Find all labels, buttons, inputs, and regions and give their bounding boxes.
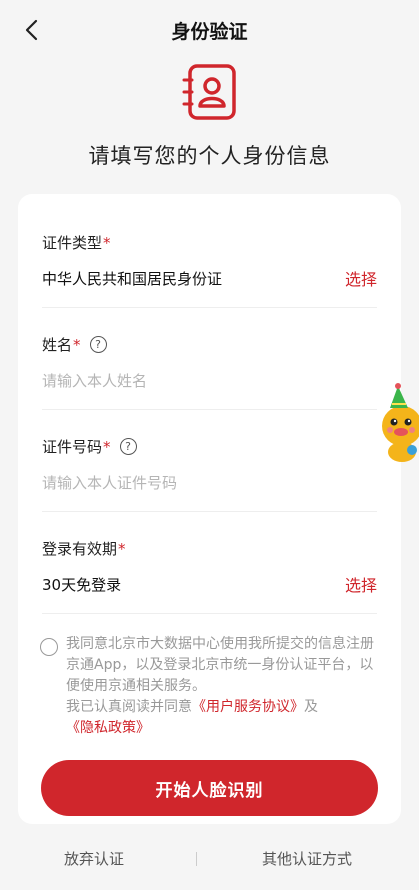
required-mark: * xyxy=(118,539,126,558)
id-card-icon xyxy=(180,62,240,122)
footer: 放弃认证 其他认证方式 xyxy=(0,840,419,880)
help-icon[interactable]: ? xyxy=(119,438,137,455)
name-input[interactable]: 请输入本人姓名 xyxy=(42,370,147,391)
hero-text: 请填写您的个人身份信息 xyxy=(88,144,331,168)
id-number-label-text: 证件号码 xyxy=(42,438,103,456)
divider xyxy=(42,511,377,512)
id-number-label: 证件号码 * ? xyxy=(42,436,377,457)
terms-link[interactable]: 《用户服务协议》 xyxy=(192,699,304,715)
name-label-text: 姓名 xyxy=(42,336,73,354)
agreement-text: 我同意北京市大数据中心使用我所提交的信息注册京通App，以及登录北京市统一身份认… xyxy=(66,634,380,739)
help-icon[interactable]: ? xyxy=(89,336,107,353)
agreement-and: 及 xyxy=(304,699,318,715)
privacy-link[interactable]: 《隐私政策》 xyxy=(66,720,150,736)
login-validity-select-button[interactable]: 选择 xyxy=(345,572,377,596)
id-type-value: 中华人民共和国居民身份证 xyxy=(42,270,223,288)
required-mark: * xyxy=(103,233,111,252)
name-field: 姓名 * ? 请输入本人姓名 xyxy=(42,334,377,410)
divider xyxy=(42,613,377,614)
id-number-input[interactable]: 请输入本人证件号码 xyxy=(42,472,177,493)
page: 身份验证 请填写您的个人身份信息 证件类型 * 中华人民共和国居民身份证 选择 姓… xyxy=(0,0,419,890)
login-validity-value: 30天免登录 xyxy=(42,576,122,594)
mascot-image[interactable] xyxy=(372,380,419,464)
agree-radio[interactable] xyxy=(40,638,58,656)
required-mark: * xyxy=(73,335,81,354)
divider xyxy=(42,307,377,308)
divider xyxy=(42,409,377,410)
abandon-button[interactable]: 放弃认证 xyxy=(64,848,124,869)
page-title: 身份验证 xyxy=(171,21,248,43)
required-mark: * xyxy=(103,437,111,456)
header: 身份验证 xyxy=(0,0,419,60)
id-type-field: 证件类型 * 中华人民共和国居民身份证 选择 xyxy=(42,232,377,308)
start-face-recognition-button[interactable]: 开始人脸识别 xyxy=(41,760,378,816)
login-validity-field: 登录有效期 * 30天免登录 选择 xyxy=(42,538,377,614)
other-methods-button[interactable]: 其他认证方式 xyxy=(262,848,352,869)
name-label: 姓名 * ? xyxy=(42,334,377,355)
agreement-text-1: 我同意北京市大数据中心使用我所提交的信息注册京通App，以及登录北京市统一身份认… xyxy=(66,636,374,694)
id-type-label: 证件类型 * xyxy=(42,232,377,253)
footer-divider xyxy=(196,852,197,866)
login-validity-label-text: 登录有效期 xyxy=(42,540,118,558)
id-number-field: 证件号码 * ? 请输入本人证件号码 xyxy=(42,436,377,512)
login-validity-label: 登录有效期 * xyxy=(42,538,377,559)
id-type-select-button[interactable]: 选择 xyxy=(345,266,377,290)
agreement-text-2: 我已认真阅读并同意 xyxy=(66,699,192,715)
id-type-label-text: 证件类型 xyxy=(42,234,103,252)
form-card: 证件类型 * 中华人民共和国居民身份证 选择 姓名 * ? 请输入本人姓名 证件号码… xyxy=(18,194,401,824)
